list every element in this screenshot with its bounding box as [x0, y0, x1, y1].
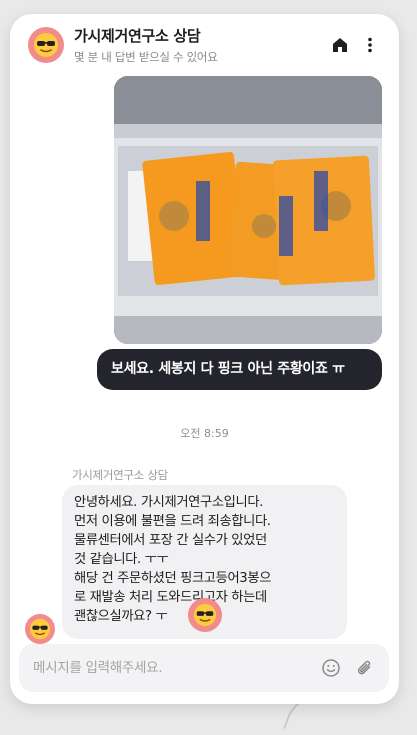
- photo-content: [114, 76, 382, 344]
- home-icon: [333, 38, 347, 52]
- message-composer: [19, 644, 389, 692]
- paperclip-icon: [357, 660, 371, 675]
- message-timestamp: 오전 8:59: [180, 427, 229, 440]
- more-vertical-icon: [368, 37, 372, 53]
- more-menu-button[interactable]: [355, 30, 385, 60]
- typing-agent-avatar: [188, 598, 222, 632]
- sunglasses-emoji-icon: [193, 603, 217, 627]
- agent-message-line: 해당 건 주문하셨던 핑크고등어3봉으: [74, 571, 272, 586]
- agent-avatar: [25, 614, 55, 644]
- emoji-button[interactable]: [317, 654, 345, 682]
- agent-name-label: 가시제거연구소 상담: [72, 468, 168, 482]
- header-text: 가시제거연구소 상담 몇 분 내 답변 받으실 수 있어요: [74, 25, 325, 65]
- attach-button[interactable]: [351, 654, 379, 682]
- message-input[interactable]: [33, 660, 311, 676]
- emoji-icon: [322, 659, 340, 677]
- response-time-subtitle: 몇 분 내 답변 받으실 수 있어요: [74, 50, 218, 64]
- sunglasses-emoji-icon: [34, 33, 58, 57]
- agent-message-line: 안녕하세요. 가시제거연구소입니다.: [74, 495, 263, 510]
- page-title: 가시제거연구소 상담: [74, 27, 201, 45]
- sunglasses-emoji-icon: [29, 618, 51, 640]
- brand-avatar: [28, 27, 64, 63]
- chat-header: 가시제거연구소 상담 몇 분 내 답변 받으실 수 있어요: [10, 14, 399, 76]
- home-button[interactable]: [325, 30, 355, 60]
- agent-message-line: 것 같습니다. ㅜㅜ: [74, 552, 169, 567]
- message-list[interactable]: 보세요. 세봉지 다 핑크 아닌 주황이죠 ㅠ 오전 8:59 가시제거연구소 …: [10, 76, 399, 644]
- agent-message-line: 먼저 이용에 불편을 드려 죄송합니다.: [74, 514, 271, 529]
- agent-message-line: 물류센터에서 포장 간 실수가 있었던: [74, 533, 267, 548]
- chat-window: 가시제거연구소 상담 몇 분 내 답변 받으실 수 있어요 보세요. 세봉지 다…: [10, 14, 399, 704]
- photo-attachment[interactable]: [114, 76, 382, 344]
- user-message-bubble: 보세요. 세봉지 다 핑크 아닌 주황이죠 ㅠ: [97, 349, 382, 390]
